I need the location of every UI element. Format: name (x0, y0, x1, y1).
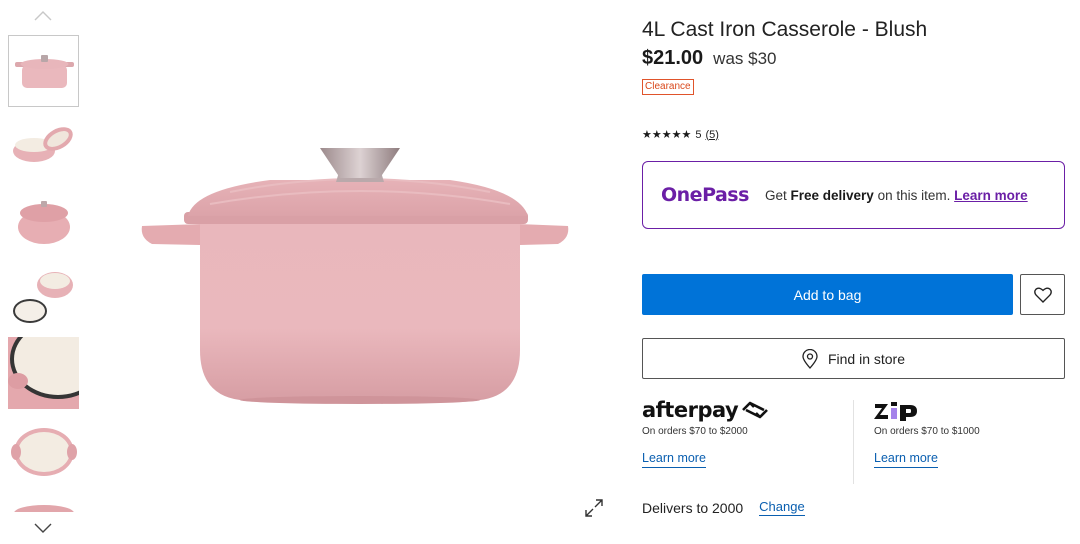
onepass-text-bold: Free delivery (790, 187, 874, 203)
zip-section: zip On orders $70 to $1000 Learn more (874, 400, 1064, 468)
find-in-store-label: Find in store (827, 350, 906, 367)
zip-note: On orders $70 to $1000 (874, 426, 980, 437)
thumbnail-image (15, 55, 74, 88)
afterpay-arrows-icon (742, 401, 769, 419)
thumbnail-gallery (0, 0, 86, 544)
onepass-message: Get Free delivery on this item. Learn mo… (765, 188, 1045, 203)
thumbnail-5[interactable] (8, 337, 79, 409)
location-pin-icon (802, 348, 818, 369)
clearance-badge: Clearance (642, 79, 694, 95)
thumbnail-image (18, 201, 70, 244)
afterpay-learn-more-link[interactable]: Learn more (642, 451, 706, 468)
thumbnail-3[interactable] (8, 183, 79, 255)
main-product-image[interactable] (110, 40, 600, 500)
price-row: $21.00 was $30 (642, 47, 777, 70)
thumbnail-image (13, 272, 73, 323)
product-title: 4L Cast Iron Casserole - Blush (642, 18, 928, 41)
review-count-link[interactable]: (5) (705, 129, 718, 141)
add-to-wishlist-button[interactable] (1020, 274, 1065, 315)
thumbnail-6[interactable] (8, 419, 79, 491)
zip-learn-more-link[interactable]: Learn more (874, 451, 938, 468)
find-in-store-button[interactable]: Find in store (642, 338, 1065, 379)
thumbnail-image (8, 337, 79, 409)
rating-value: 5 (695, 128, 702, 141)
afterpay-section: afterpay On orders $70 to $2000 Learn mo… (642, 398, 842, 468)
add-to-bag-button[interactable]: Add to bag (642, 274, 1013, 315)
delivers-to-text: Delivers to 2000 (642, 499, 744, 516)
product-rating: ★★★★★ 5 (5) (642, 128, 719, 142)
chevron-up-icon (34, 11, 52, 21)
change-postcode-link[interactable]: Change (759, 499, 805, 516)
afterpay-logo: afterpay (642, 398, 842, 422)
thumbnail-scroll-up-button[interactable] (30, 6, 56, 26)
was-price: was $30 (713, 49, 777, 68)
chevron-down-icon (34, 523, 52, 533)
thumbnail-4[interactable] (8, 257, 79, 329)
onepass-text-suffix: on this item. (873, 187, 955, 203)
onepass-banner: OnePass Get Free delivery on this item. … (642, 161, 1065, 229)
thumbnail-scroll-down-button[interactable] (30, 518, 56, 538)
star-rating-icon: ★★★★★ (642, 129, 692, 141)
thumbnail-1[interactable] (8, 35, 79, 107)
onepass-learn-more-link[interactable]: Learn more (954, 188, 1028, 203)
expand-image-button[interactable] (582, 496, 606, 520)
expand-icon (585, 499, 603, 517)
payment-divider (853, 400, 854, 484)
current-price: $21.00 (642, 47, 704, 69)
zip-logo: zip (874, 400, 1064, 422)
onepass-logo: OnePass (661, 184, 749, 206)
heart-icon (1033, 286, 1052, 303)
thumbnail-2[interactable] (8, 109, 79, 181)
thumbnail-image (13, 127, 73, 162)
thumbnail-image (14, 505, 74, 512)
afterpay-logo-text: afterpay (642, 398, 739, 422)
delivery-location: Delivers to 2000 Change (642, 499, 805, 516)
onepass-text-prefix: Get (765, 187, 791, 203)
afterpay-note: On orders $70 to $2000 (642, 426, 748, 437)
zip-logo-icon (874, 402, 917, 421)
thumbnail-image (11, 428, 77, 476)
thumbnail-7[interactable] (8, 500, 79, 512)
